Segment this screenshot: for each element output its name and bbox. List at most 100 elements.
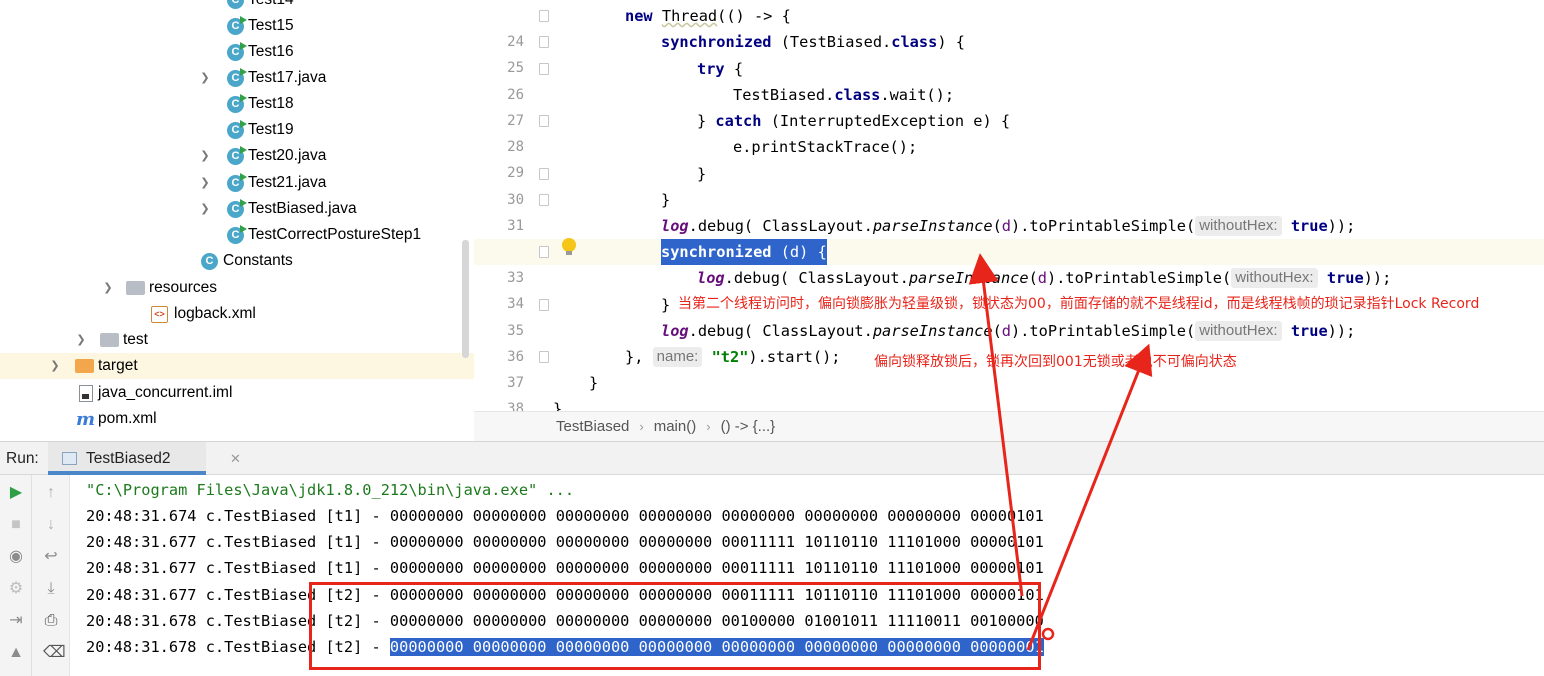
code-token: } [661, 191, 671, 209]
code-line[interactable]: 25 synchronized (TestBiased.class) { [474, 29, 1544, 76]
fold-icon[interactable] [539, 168, 549, 180]
scroll-to-end-icon[interactable]: ⤓ [43, 581, 59, 597]
code-line[interactable]: 30 } [474, 161, 1544, 208]
annotation-box [309, 582, 1041, 670]
code-token: d [1001, 322, 1012, 340]
maven-icon: m [76, 408, 96, 430]
fold-icon[interactable] [539, 246, 549, 258]
code-line[interactable]: 32 log.debug( ClassLayout.parseInstance(… [474, 213, 1544, 260]
tree-item[interactable]: <> logback.xml [0, 301, 474, 327]
code-token: d [1037, 269, 1048, 287]
tab-run-config[interactable]: TestBiased2 ✕ [48, 442, 241, 475]
console-line: 20:48:31.674 c.TestBiased [t1] - 0000000… [86, 503, 1044, 529]
tree-item[interactable]: C Test18 [0, 91, 474, 117]
code-line[interactable]: 36 log.debug( ClassLayout.parseInstance(… [474, 318, 1544, 365]
code-token: "t2" [711, 348, 749, 366]
chevron-right-icon: › [639, 419, 644, 434]
code-token: ( [992, 322, 1002, 340]
pin-icon[interactable]: ▲ [8, 645, 24, 661]
chevron-right-icon[interactable]: ❯ [49, 360, 61, 372]
stop-icon[interactable]: ■ [8, 517, 24, 533]
code-line[interactable]: 29 e.printStackTrace(); [474, 134, 1544, 181]
close-icon[interactable]: ✕ [230, 451, 241, 467]
code-line[interactable]: 34 log.debug( ClassLayout.parseInstance(… [474, 265, 1544, 312]
chevron-down-icon[interactable]: ❯ [102, 282, 114, 294]
settings-icon[interactable]: ⚙ [8, 581, 24, 597]
chevron-right-icon[interactable]: ❯ [199, 203, 211, 215]
camera-icon[interactable]: ◉ [8, 549, 24, 565]
console-line: 20:48:31.677 c.TestBiased [t1] - 0000000… [86, 555, 1044, 581]
log-prefix: 20:48:31.677 c.TestBiased [t1] - [86, 533, 390, 551]
code-token: .debug( ClassLayout. [688, 322, 873, 340]
tree-item[interactable]: m pom.xml [0, 406, 474, 432]
chevron-right-icon[interactable]: ❯ [199, 150, 211, 162]
chevron-right-icon[interactable]: ❯ [199, 72, 211, 84]
tree-scrollbar[interactable] [462, 240, 469, 358]
code-token: synchronized [661, 33, 772, 51]
code-token: parseInstance [908, 269, 1029, 287]
tree-item[interactable]: C Test19 [0, 117, 474, 143]
tree-item[interactable]: C Test16 [0, 39, 474, 65]
fold-icon[interactable] [539, 299, 549, 311]
code-token: (() -> { [717, 7, 791, 25]
arrow-up-icon[interactable]: ↑ [43, 485, 59, 501]
code-line[interactable]: 31 } [474, 187, 1544, 234]
tree-item[interactable]: ❯ resources [0, 275, 474, 301]
breadcrumb-item[interactable]: () -> {...} [721, 418, 776, 435]
breadcrumb-item[interactable]: TestBiased [556, 418, 629, 435]
code-token: log [661, 217, 689, 235]
tree-item[interactable]: ❯ test [0, 327, 474, 353]
fold-icon[interactable] [539, 36, 549, 48]
fold-icon[interactable] [539, 63, 549, 75]
fold-icon[interactable] [539, 115, 549, 127]
lightbulb-icon[interactable] [562, 238, 576, 255]
code-line-current[interactable]: 33 synchronized (d) { [474, 239, 1544, 286]
code-line[interactable]: 24 new Thread(() -> { [474, 3, 1544, 50]
tree-item[interactable]: ❯ C Test21.java [0, 170, 474, 196]
breadcrumb-item[interactable]: main() [654, 418, 697, 435]
xml-file-icon: <> [151, 305, 168, 323]
chevron-right-icon[interactable]: ❯ [75, 334, 87, 346]
code-line[interactable]: 38 } [474, 370, 1544, 411]
exit-icon[interactable]: ⇥ [8, 613, 24, 629]
trash-icon[interactable]: ⌫ [43, 645, 66, 661]
tree-item[interactable]: C Test14 [0, 0, 474, 13]
code-token: synchronized [661, 243, 772, 261]
run-header: Run: TestBiased2 ✕ [0, 442, 1544, 475]
fold-icon[interactable] [539, 10, 549, 22]
tree-item[interactable]: C TestCorrectPostureStep1 [0, 222, 474, 248]
code-line[interactable]: 39 } [474, 396, 1544, 411]
code-token: .wait(); [880, 86, 955, 104]
tree-item[interactable]: ❯ C Test17.java [0, 65, 474, 91]
code-token: } [553, 400, 563, 411]
soft-wrap-icon[interactable]: ↩ [43, 549, 59, 565]
rerun-icon[interactable]: ▶ [8, 485, 24, 501]
print-icon[interactable]: ⎙ [43, 613, 59, 629]
code-line[interactable]: 27 TestBiased.class.wait(); [474, 82, 1544, 129]
code-token: d [1001, 217, 1012, 235]
java-class-run-icon: C [227, 198, 247, 218]
chevron-right-icon[interactable]: ❯ [199, 177, 211, 189]
tree-item[interactable]: ❯ C Test20.java [0, 143, 474, 169]
java-class-icon: C [201, 252, 218, 270]
code-token: log [661, 322, 689, 340]
code-token: )); [1363, 269, 1392, 287]
code-line[interactable]: 28 } catch (InterruptedException e) { [474, 108, 1544, 155]
java-class-run-icon: C [227, 15, 247, 35]
code-editor[interactable]: 24 new Thread(() -> { 25 synchronized (T… [474, 0, 1544, 411]
arrow-down-icon[interactable]: ↓ [43, 517, 59, 533]
tree-item[interactable]: C Constants [0, 248, 474, 274]
fold-icon[interactable] [539, 194, 549, 206]
tree-item[interactable]: java_concurrent.iml [0, 380, 474, 406]
parameter-hint: withoutHex: [1195, 321, 1282, 341]
tree-item[interactable]: C Test15 [0, 13, 474, 39]
tree-item[interactable]: ❯ target [0, 353, 474, 379]
iml-file-icon [79, 384, 93, 402]
run-toolbar: ▶ ■ ◉ ⚙ ⇥ ▲ [0, 475, 32, 676]
java-class-run-icon: C [227, 172, 247, 192]
code-token: .debug( ClassLayout. [724, 269, 909, 287]
code-token: ).start(); [748, 348, 841, 366]
tree-item[interactable]: ❯ C TestBiased.java [0, 196, 474, 222]
code-line[interactable]: 26 try { [474, 56, 1544, 103]
fold-icon[interactable] [539, 351, 549, 363]
